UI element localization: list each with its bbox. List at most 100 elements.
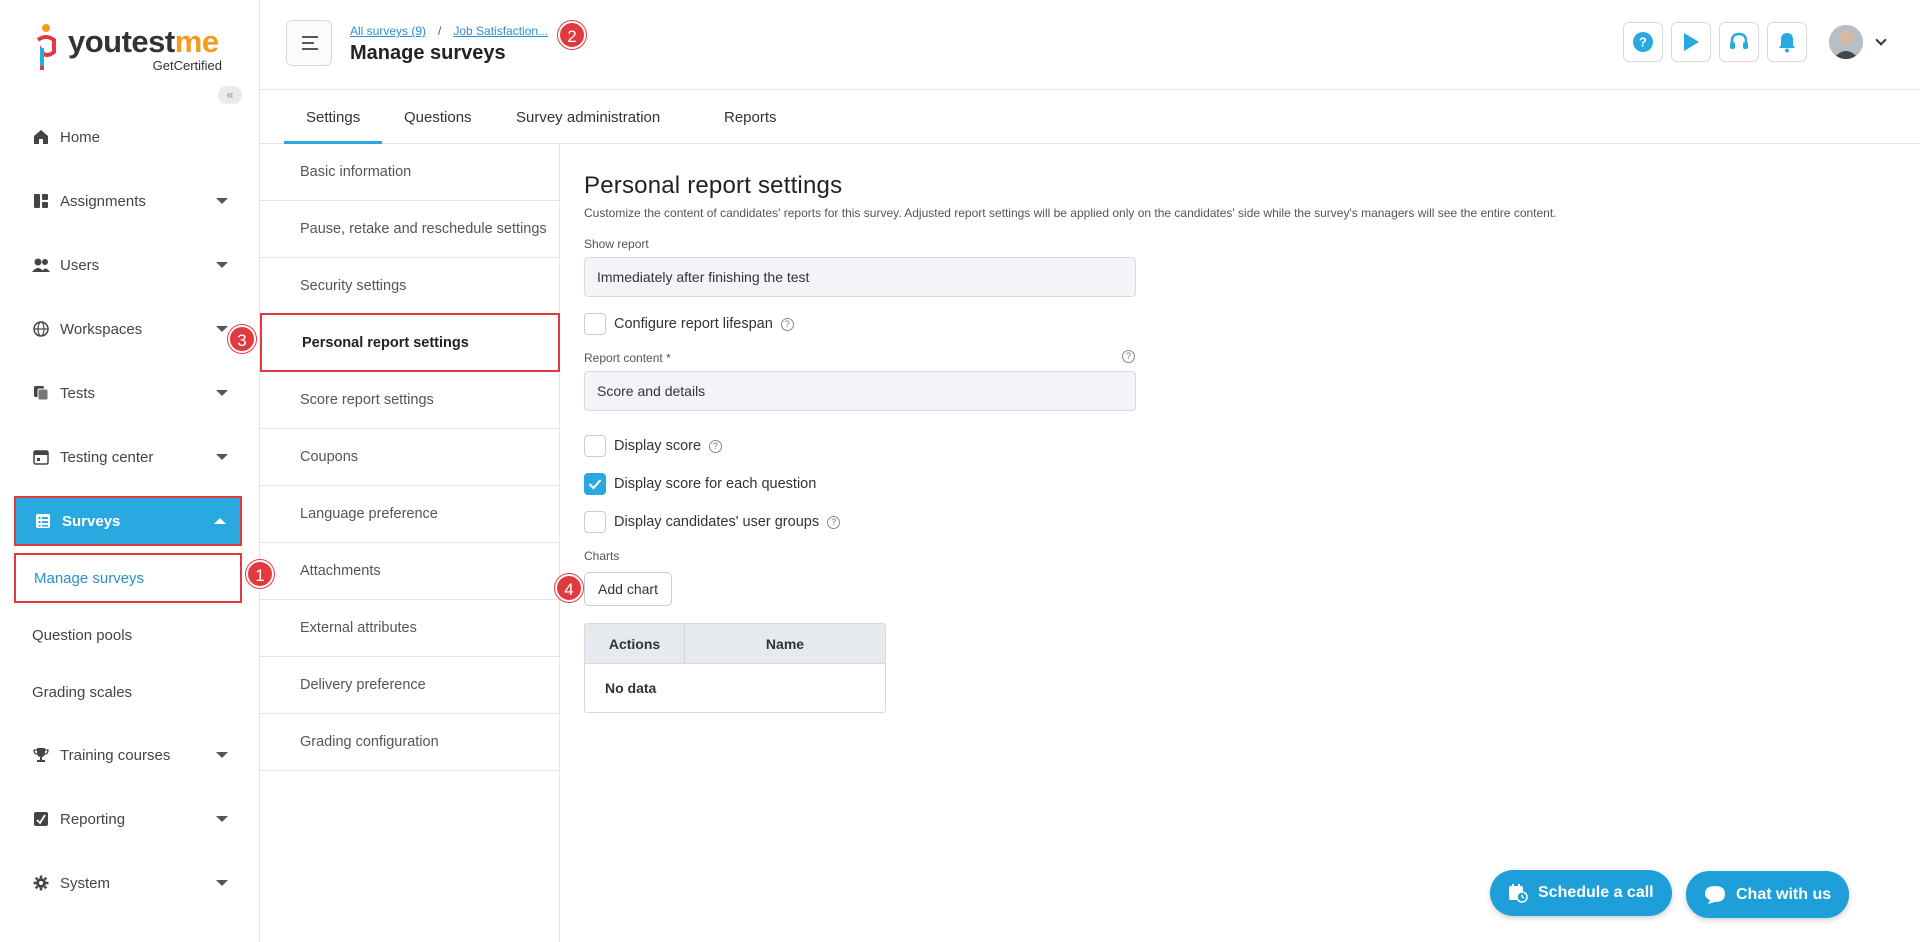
sidebar-subitem-manage-surveys[interactable]: Manage surveys bbox=[14, 553, 242, 603]
settings-item-personal-report[interactable]: Personal report settings bbox=[260, 313, 560, 372]
sidebar-item-assignments[interactable]: Assignments bbox=[14, 178, 242, 224]
gear-icon bbox=[32, 874, 50, 892]
settings-item-grading-configuration[interactable]: Grading configuration bbox=[260, 714, 560, 771]
play-tutorial-button[interactable] bbox=[1671, 22, 1711, 62]
sidebar-item-label: Users bbox=[60, 256, 100, 274]
tab-reports[interactable]: Reports bbox=[702, 90, 799, 144]
settings-item-language-preference[interactable]: Language preference bbox=[260, 486, 560, 543]
headset-icon bbox=[1730, 32, 1748, 49]
sidebar-item-tests[interactable]: Tests bbox=[14, 370, 242, 416]
chevron-down-icon[interactable] bbox=[1875, 34, 1887, 46]
logo[interactable]: youtestme GetCertified bbox=[34, 20, 234, 76]
tab-survey-administration[interactable]: Survey administration bbox=[494, 90, 682, 144]
calendar-clock-icon bbox=[1508, 883, 1528, 903]
chat-label: Chat with us bbox=[1736, 885, 1832, 903]
add-chart-button[interactable]: Add chart bbox=[584, 572, 672, 606]
empty-state-text: No data bbox=[605, 680, 657, 696]
notifications-button[interactable] bbox=[1767, 22, 1807, 62]
logo-subtitle: GetCertified bbox=[152, 58, 222, 73]
column-header-actions[interactable]: Actions bbox=[585, 624, 685, 663]
tab-questions[interactable]: Questions bbox=[382, 90, 494, 144]
report-content-select[interactable]: Score and details bbox=[584, 371, 1136, 411]
trophy-icon bbox=[32, 746, 50, 764]
display-score-label: Display score bbox=[614, 438, 702, 454]
play-icon bbox=[1684, 33, 1699, 51]
display-user-groups-checkbox[interactable] bbox=[584, 511, 606, 533]
configure-lifespan-checkbox[interactable] bbox=[584, 313, 606, 335]
chevron-down-icon bbox=[216, 880, 228, 886]
sidebar-item-home[interactable]: Home bbox=[14, 114, 242, 160]
user-avatar[interactable] bbox=[1829, 25, 1863, 59]
help-icon[interactable]: ? bbox=[827, 515, 841, 529]
annotation-marker-2: 2 bbox=[558, 21, 586, 49]
sidebar-item-label: Tests bbox=[60, 384, 96, 402]
survey-tabs: Settings Questions Survey administration… bbox=[260, 90, 1920, 144]
sidebar-item-system[interactable]: System bbox=[14, 860, 242, 906]
display-score-each-checkbox[interactable] bbox=[584, 473, 606, 495]
help-button[interactable]: ? bbox=[1623, 22, 1663, 62]
settings-item-coupons[interactable]: Coupons bbox=[260, 429, 560, 486]
chevron-down-icon bbox=[216, 262, 228, 268]
schedule-call-button[interactable]: Schedule a call bbox=[1490, 870, 1672, 916]
chat-button[interactable]: Chat with us bbox=[1686, 871, 1850, 918]
settings-item-attachments[interactable]: Attachments bbox=[260, 543, 560, 600]
help-icon[interactable]: ? bbox=[780, 317, 794, 331]
settings-item-delivery-preference[interactable]: Delivery preference bbox=[260, 657, 560, 714]
tests-icon bbox=[32, 384, 50, 402]
required-mark: * bbox=[666, 351, 671, 365]
hamburger-menu-button[interactable] bbox=[286, 20, 332, 66]
sidebar-item-workspaces[interactable]: Workspaces bbox=[14, 306, 242, 352]
chevron-down-icon bbox=[216, 198, 228, 204]
tab-settings[interactable]: Settings bbox=[284, 90, 383, 144]
chevron-down-icon bbox=[216, 816, 228, 822]
settings-item-basic-information[interactable]: Basic information bbox=[260, 144, 560, 201]
users-icon bbox=[32, 256, 50, 274]
sidebar-item-reporting[interactable]: Reporting bbox=[14, 796, 242, 842]
section-title: Personal report settings bbox=[584, 172, 843, 199]
chevron-down-icon bbox=[216, 752, 228, 758]
home-icon bbox=[32, 128, 50, 146]
annotation-marker-4: 4 bbox=[555, 574, 583, 602]
sidebar-item-users[interactable]: Users bbox=[14, 242, 242, 288]
sidebar-item-training-courses[interactable]: Training courses bbox=[14, 732, 242, 778]
breadcrumb-current-survey-link[interactable]: Job Satisfaction... bbox=[453, 24, 548, 38]
avatar-icon bbox=[1829, 25, 1863, 59]
report-content-label-text: Report content bbox=[584, 351, 663, 365]
support-button[interactable] bbox=[1719, 22, 1759, 62]
sidebar-subitem-label: Question pools bbox=[32, 626, 133, 644]
sidebar-item-label: Reporting bbox=[60, 810, 126, 828]
assignments-icon bbox=[32, 192, 50, 210]
reporting-icon bbox=[32, 810, 50, 828]
sidebar-item-label: Home bbox=[60, 128, 101, 146]
breadcrumb: All surveys (9) / Job Satisfaction... bbox=[350, 24, 548, 38]
collapse-sidebar-button[interactable]: « bbox=[218, 86, 242, 104]
chevron-down-icon bbox=[216, 390, 228, 396]
sidebar-item-label: System bbox=[60, 874, 111, 892]
chat-bubble-icon bbox=[1704, 885, 1726, 905]
settings-item-score-report[interactable]: Score report settings bbox=[260, 372, 560, 429]
column-header-name[interactable]: Name bbox=[685, 624, 885, 663]
display-score-row: Display score ? bbox=[584, 435, 723, 457]
help-icon[interactable]: ? bbox=[709, 439, 723, 453]
settings-item-external-attributes[interactable]: External attributes bbox=[260, 600, 560, 657]
logo-text: youtestme bbox=[68, 24, 219, 59]
sidebar-subitem-grading-scales[interactable]: Grading scales bbox=[14, 667, 242, 717]
breadcrumb-all-surveys-link[interactable]: All surveys (9) bbox=[350, 24, 426, 38]
sidebar-item-label: Training courses bbox=[60, 746, 171, 764]
settings-item-security[interactable]: Security settings bbox=[260, 258, 560, 315]
sidebar-subitem-question-pools[interactable]: Question pools bbox=[14, 610, 242, 660]
schedule-call-label: Schedule a call bbox=[1538, 884, 1654, 901]
show-report-label: Show report bbox=[584, 237, 649, 251]
calendar-icon bbox=[32, 448, 50, 466]
help-icon[interactable]: ? bbox=[1122, 350, 1135, 363]
charts-table: Actions Name No data bbox=[584, 623, 886, 713]
sidebar-item-surveys[interactable]: Surveys bbox=[14, 496, 242, 546]
settings-item-pause-retake[interactable]: Pause, retake and reschedule settings bbox=[260, 201, 560, 258]
display-score-checkbox[interactable] bbox=[584, 435, 606, 457]
chevron-up-icon bbox=[214, 518, 226, 524]
display-user-groups-label: Display candidates' user groups bbox=[614, 514, 820, 530]
logo-mark-icon bbox=[36, 24, 56, 70]
show-report-select[interactable]: Immediately after finishing the test bbox=[584, 257, 1136, 297]
sidebar-item-testing-center[interactable]: Testing center bbox=[14, 434, 242, 480]
sidebar-item-label: Workspaces bbox=[60, 320, 143, 338]
